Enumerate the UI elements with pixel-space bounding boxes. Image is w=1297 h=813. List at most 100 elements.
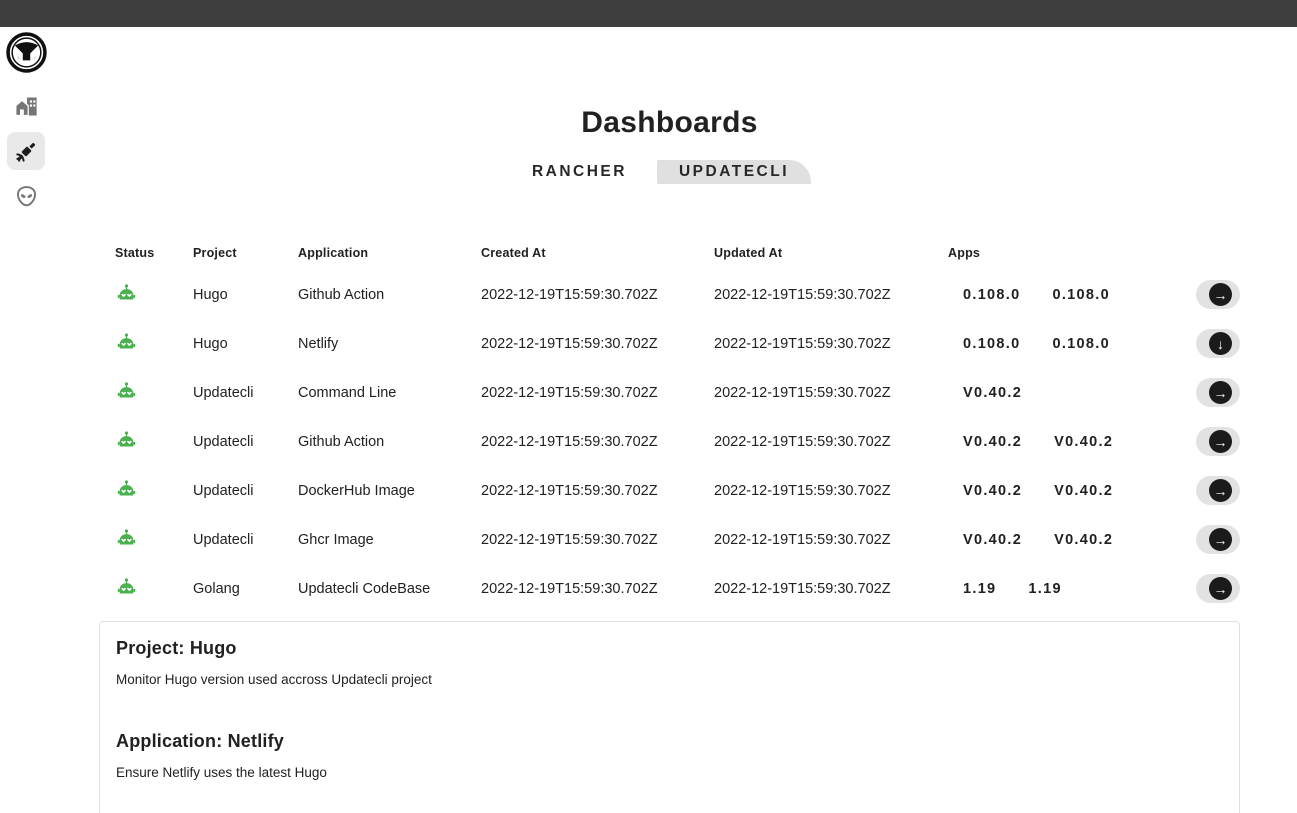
created-at-cell: 2022-12-19T15:59:30.702Z [481, 483, 714, 499]
application-cell: Command Line [298, 385, 481, 401]
expand-row-button[interactable]: → [1196, 280, 1240, 309]
app-version: V0.40.2 [1054, 483, 1113, 499]
collapse-row-button[interactable]: ↓ [1196, 329, 1240, 358]
app-version: 0.108.0 [963, 336, 1020, 352]
apps-cell: V0.40.2 V0.40.2 [948, 483, 1196, 499]
status-cell [99, 283, 193, 306]
project-cell: Hugo [193, 336, 298, 352]
arrow-right-icon: → [1209, 381, 1232, 404]
project-cell: Golang [193, 581, 298, 597]
top-bar [0, 0, 1297, 27]
project-cell: Updatecli [193, 434, 298, 450]
arrow-right-icon: → [1209, 283, 1232, 306]
arrow-right-icon: → [1209, 430, 1232, 453]
column-header-project: Project [193, 246, 298, 260]
home-work-icon [13, 93, 40, 120]
arrow-right-icon: → [1209, 479, 1232, 502]
robot-status-icon [115, 528, 193, 551]
table-row[interactable]: Updatecli Command Line 2022-12-19T15:59:… [99, 368, 1240, 417]
actions-cell: → [1196, 378, 1240, 407]
status-cell [99, 430, 193, 453]
actions-cell: → [1196, 476, 1240, 505]
project-cell: Hugo [193, 287, 298, 303]
table-row[interactable]: Hugo Github Action 2022-12-19T15:59:30.7… [99, 270, 1240, 319]
robot-status-icon [115, 381, 193, 404]
status-cell [99, 577, 193, 600]
app-version: 0.108.0 [1052, 287, 1109, 303]
table-row[interactable]: Updatecli Ghcr Image 2022-12-19T15:59:30… [99, 515, 1240, 564]
project-cell: Updatecli [193, 483, 298, 499]
table-row[interactable]: Updatecli Github Action 2022-12-19T15:59… [99, 417, 1240, 466]
apps-cell: V0.40.2V0.40.2 [948, 434, 1196, 450]
created-at-cell: 2022-12-19T15:59:30.702Z [481, 287, 714, 303]
apps-cell: V0.40.2 V0.40.2 [948, 532, 1196, 548]
sidebar [0, 27, 52, 215]
app-version: V0.40.2 [963, 483, 1022, 499]
column-header-status: Status [99, 246, 193, 260]
column-header-created-at: Created At [481, 246, 714, 260]
project-cell: Updatecli [193, 532, 298, 548]
status-cell [99, 332, 193, 355]
column-header-apps: Apps [948, 246, 1196, 260]
created-at-cell: 2022-12-19T15:59:30.702Z [481, 385, 714, 401]
sidebar-item-about[interactable] [7, 177, 45, 215]
table-row[interactable]: Updatecli DockerHub Image 2022-12-19T15:… [99, 466, 1240, 515]
application-description: Ensure Netlify uses the latest Hugo [116, 765, 1223, 780]
app-version: V0.40.2 [1054, 532, 1113, 548]
actions-cell: → [1196, 427, 1240, 456]
application-cell: Netlify [298, 336, 481, 352]
expand-row-button[interactable]: → [1196, 476, 1240, 505]
actions-cell: ↓ [1196, 329, 1240, 358]
expand-row-button[interactable]: → [1196, 378, 1240, 407]
robot-status-icon [115, 577, 193, 600]
app-version: 1.19 [963, 581, 996, 597]
robot-status-icon [115, 430, 193, 453]
actions-cell: → [1196, 525, 1240, 554]
sidebar-nav [7, 87, 45, 215]
arrow-right-icon: → [1209, 577, 1232, 600]
app-version: V0.40.2 [963, 434, 1022, 450]
application-heading: Application: Netlify [116, 731, 1223, 752]
app-version: 1.19 [1028, 581, 1061, 597]
page-title: Dashboards [99, 105, 1240, 141]
actions-cell: → [1196, 280, 1240, 309]
updatecli-logo[interactable] [6, 32, 47, 73]
app-version: 0.108.0 [963, 287, 1020, 303]
tab-updatecli[interactable]: UPDATECLI [657, 160, 811, 184]
updated-at-cell: 2022-12-19T15:59:30.702Z [714, 532, 948, 548]
apps-cell: 0.108.0 0.108.0 [948, 287, 1196, 303]
status-cell [99, 479, 193, 502]
tab-rancher[interactable]: RANCHER [528, 160, 631, 184]
application-cell: Updatecli CodeBase [298, 581, 481, 597]
robot-status-icon [115, 283, 193, 306]
main-content: Dashboards RANCHER UPDATECLI Status Proj… [99, 105, 1240, 813]
pipelines-table: Status Project Application Created At Up… [99, 246, 1240, 613]
status-cell [99, 381, 193, 404]
actions-cell: → [1196, 574, 1240, 603]
sidebar-item-home[interactable] [7, 87, 45, 125]
column-header-updated-at: Updated At [714, 246, 948, 260]
table-row[interactable]: Golang Updatecli CodeBase 2022-12-19T15:… [99, 564, 1240, 613]
updated-at-cell: 2022-12-19T15:59:30.702Z [714, 287, 948, 303]
robot-status-icon [115, 479, 193, 502]
project-description: Monitor Hugo version used accross Update… [116, 672, 1223, 687]
updatecli-logo-icon [6, 32, 47, 73]
robot-status-icon [115, 332, 193, 355]
detail-panel: Project: Hugo Monitor Hugo version used … [99, 621, 1240, 813]
created-at-cell: 2022-12-19T15:59:30.702Z [481, 434, 714, 450]
app-version: V0.40.2 [963, 532, 1022, 548]
apps-cell: 1.19 1.19 [948, 581, 1196, 597]
tab-bar: RANCHER UPDATECLI [99, 160, 1240, 184]
application-cell: Ghcr Image [298, 532, 481, 548]
apps-cell: V0.40.2 [948, 385, 1196, 401]
expand-row-button[interactable]: → [1196, 574, 1240, 603]
project-cell: Updatecli [193, 385, 298, 401]
created-at-cell: 2022-12-19T15:59:30.702Z [481, 532, 714, 548]
project-heading: Project: Hugo [116, 638, 1223, 659]
arrow-right-icon: → [1209, 528, 1232, 551]
expand-row-button[interactable]: → [1196, 525, 1240, 554]
table-row[interactable]: Hugo Netlify 2022-12-19T15:59:30.702Z 20… [99, 319, 1240, 368]
expand-row-button[interactable]: → [1196, 427, 1240, 456]
sidebar-item-pipelines[interactable] [7, 132, 45, 170]
application-cell: Github Action [298, 287, 481, 303]
